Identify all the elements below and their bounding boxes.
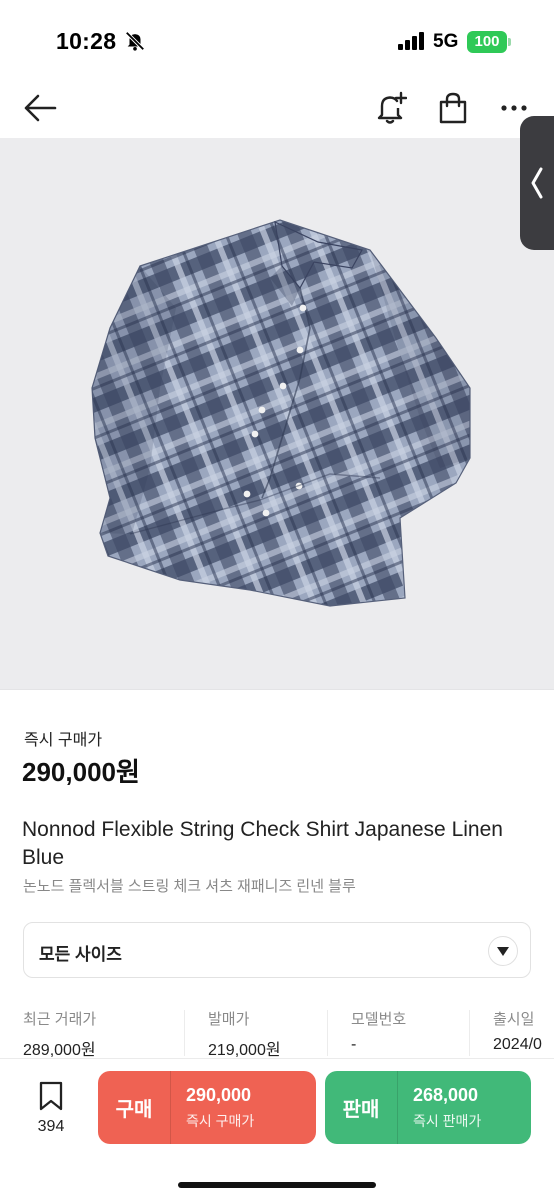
sell-sub-label: 즉시 판매가 — [413, 1113, 482, 1129]
buy-button[interactable]: 구매 290,000 즉시 구매가 — [98, 1071, 316, 1144]
bookmark-count: 394 — [37, 1118, 65, 1135]
buy-price: 290,000 — [186, 1085, 252, 1105]
recent-trade-label: 최근 거래가 — [23, 1011, 97, 1028]
bottom-action-bar: 394 구매 290,000 즉시 구매가 판매 268,000 즉시 판매가 — [0, 1058, 554, 1200]
battery-tip — [508, 38, 511, 46]
back-button[interactable] — [20, 88, 60, 128]
sell-divider — [397, 1071, 398, 1144]
status-bar: 10:28 5G 100 — [0, 0, 554, 80]
price-alert-button[interactable] — [372, 88, 410, 128]
network-label: 5G — [433, 31, 459, 52]
back-arrow-icon — [24, 94, 57, 122]
side-panel-handle[interactable] — [520, 116, 554, 250]
battery-icon: 100 — [467, 31, 507, 53]
shirt-image — [91, 219, 471, 607]
release-date-label: 출시일 — [493, 1011, 535, 1028]
sell-button[interactable]: 판매 268,000 즉시 판매가 — [325, 1071, 531, 1144]
product-title-korean: 논노드 플렉서블 스트링 체크 셔츠 재패니즈 린넨 블루 — [23, 878, 356, 895]
release-price-label: 발매가 — [208, 1011, 250, 1028]
info-divider — [327, 1010, 328, 1056]
more-dots-icon — [501, 105, 527, 111]
bell-plus-icon — [377, 91, 407, 124]
bookmark-icon — [39, 1081, 63, 1111]
chevron-left-icon — [531, 167, 543, 199]
release-price-value: 219,000원 — [208, 1042, 281, 1059]
price-label: 즉시 구매가 — [24, 732, 103, 749]
bell-muted-icon — [125, 31, 145, 51]
product-image[interactable] — [0, 138, 554, 690]
model-number-label: 모델번호 — [351, 1011, 407, 1028]
dropdown-arrow-icon — [488, 936, 518, 966]
top-nav — [0, 80, 554, 138]
home-indicator[interactable] — [178, 1182, 376, 1188]
buy-divider — [170, 1071, 171, 1144]
recent-trade-price: 최근 거래가 289,000원 — [23, 1008, 97, 1059]
release-price: 발매가 219,000원 — [208, 1008, 281, 1059]
buy-sub-label: 즉시 구매가 — [186, 1113, 255, 1129]
sell-label: 판매 — [342, 1099, 380, 1121]
info-divider — [469, 1010, 470, 1056]
release-date-value: 2024/0 — [493, 1036, 542, 1053]
buy-label: 구매 — [115, 1099, 153, 1121]
bookmark-button[interactable]: 394 — [30, 1081, 72, 1135]
info-divider — [184, 1010, 185, 1056]
signal-icon — [398, 32, 424, 50]
product-title: Nonnod Flexible String Check Shirt Japan… — [22, 818, 503, 869]
size-select[interactable]: 모든 사이즈 — [23, 922, 531, 978]
sell-price: 268,000 — [413, 1085, 479, 1105]
release-date: 출시일 2024/0 — [493, 1008, 542, 1058]
size-select-value: 모든 사이즈 — [39, 945, 122, 964]
price-value: 290,000원 — [22, 757, 140, 787]
shopping-bag-icon — [439, 92, 467, 124]
status-time: 10:28 — [56, 28, 117, 54]
recent-trade-value: 289,000원 — [23, 1042, 96, 1059]
model-number: 모델번호 - — [351, 1008, 406, 1058]
product-info-strip: 최근 거래가 289,000원 발매가 219,000원 모델번호 - 출시일 … — [0, 1008, 554, 1060]
shopping-bag-button[interactable] — [434, 88, 472, 128]
model-number-value: - — [351, 1036, 357, 1053]
